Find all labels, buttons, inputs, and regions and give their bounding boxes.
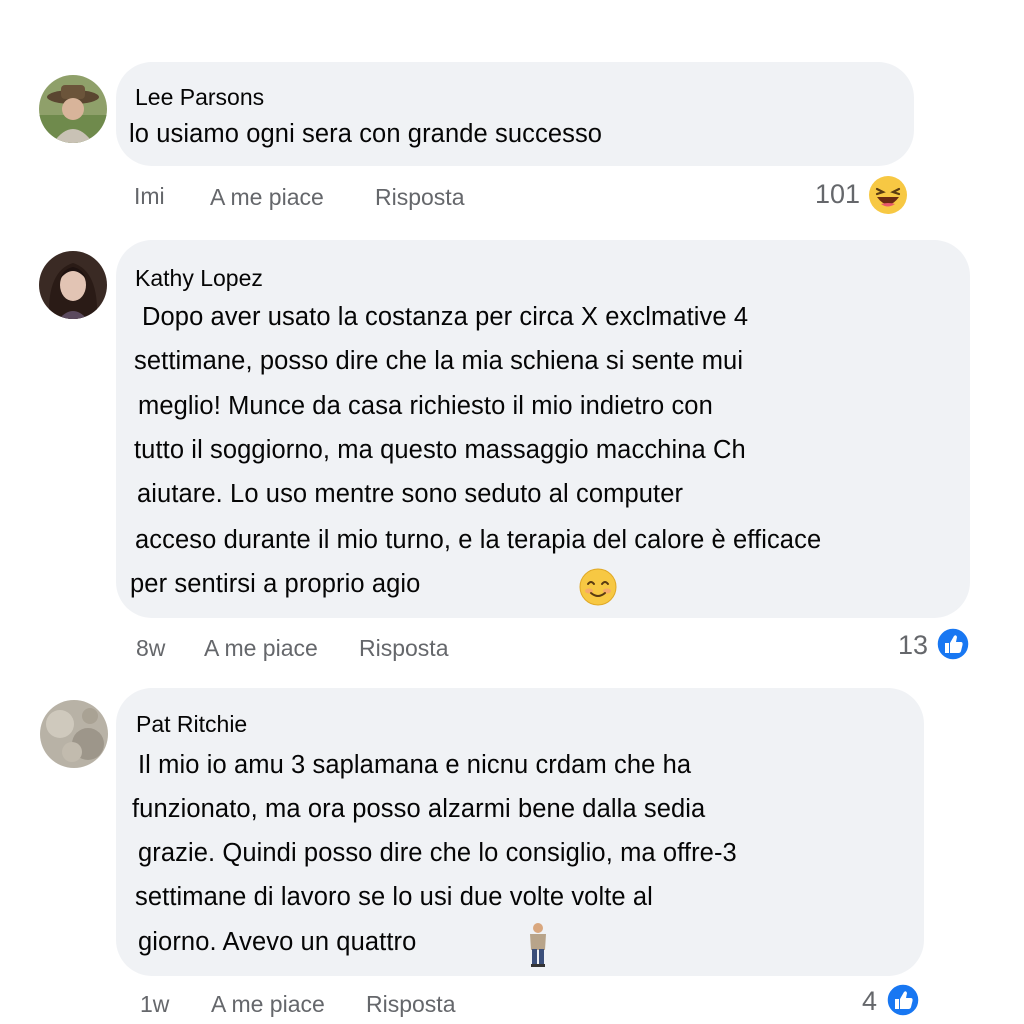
comment-text-line: settimane di lavoro se lo usi due volte … bbox=[135, 883, 653, 911]
comment-text-line: funzionato, ma ora posso alzarmi bene da… bbox=[132, 795, 706, 823]
person-standing-icon bbox=[525, 922, 551, 968]
avatar-image bbox=[40, 700, 108, 768]
like-button[interactable]: A me piace bbox=[210, 184, 324, 211]
comment-bubble bbox=[116, 62, 914, 166]
comment-text-line: tutto il soggiorno, ma questo massaggio … bbox=[134, 436, 746, 464]
comment-author[interactable]: Lee Parsons bbox=[135, 84, 264, 111]
reply-button[interactable]: Risposta bbox=[366, 991, 455, 1018]
comment-text-line: aiutare. Lo uso mentre sono seduto al co… bbox=[137, 480, 684, 508]
avatar-pat-ritchie[interactable] bbox=[40, 700, 108, 768]
avatar-image bbox=[39, 251, 107, 319]
comment-timestamp[interactable]: 1w bbox=[140, 991, 169, 1018]
comment-timestamp[interactable]: 8w bbox=[136, 635, 165, 662]
comment-author[interactable]: Kathy Lopez bbox=[135, 265, 263, 292]
comment-text-line: settimane, posso dire che la mia schiena… bbox=[134, 347, 744, 375]
comment-timestamp[interactable]: Imi bbox=[134, 183, 165, 210]
like-thumb-icon[interactable] bbox=[936, 627, 970, 661]
comment-author[interactable]: Pat Ritchie bbox=[136, 711, 247, 738]
comment-text-line: giorno. Avevo un quattro bbox=[138, 928, 417, 956]
comment-text-line: per sentirsi a proprio agio bbox=[130, 570, 421, 598]
reply-button[interactable]: Risposta bbox=[375, 184, 464, 211]
avatar-kathy-lopez[interactable] bbox=[39, 251, 107, 319]
smiling-face-icon bbox=[578, 567, 618, 607]
comment-text-line: acceso durante il mio turno, e la terapi… bbox=[135, 526, 822, 554]
reaction-count[interactable]: 101 bbox=[815, 179, 860, 210]
reply-button[interactable]: Risposta bbox=[359, 635, 448, 662]
comment-text-line: meglio! Munce da casa richiesto il mio i… bbox=[138, 392, 713, 420]
like-button[interactable]: A me piace bbox=[211, 991, 325, 1018]
comment-text-line: Il mio io amu 3 saplamana e nicnu crdam … bbox=[138, 751, 692, 779]
reaction-count[interactable]: 4 bbox=[862, 986, 877, 1017]
avatar-lee-parsons[interactable] bbox=[39, 75, 107, 143]
avatar-image bbox=[39, 75, 107, 143]
comment-bubble bbox=[116, 240, 970, 618]
comment-text-line: Dopo aver usato la costanza per circa X … bbox=[142, 303, 749, 331]
like-button[interactable]: A me piace bbox=[204, 635, 318, 662]
comment-text-line: grazie. Quindi posso dire che lo consigl… bbox=[138, 839, 737, 867]
reaction-count[interactable]: 13 bbox=[898, 630, 928, 661]
comment-text-line: lo usiamo ogni sera con grande successo bbox=[129, 120, 603, 148]
like-thumb-icon[interactable] bbox=[886, 983, 920, 1017]
laughing-face-icon[interactable] bbox=[868, 175, 908, 215]
